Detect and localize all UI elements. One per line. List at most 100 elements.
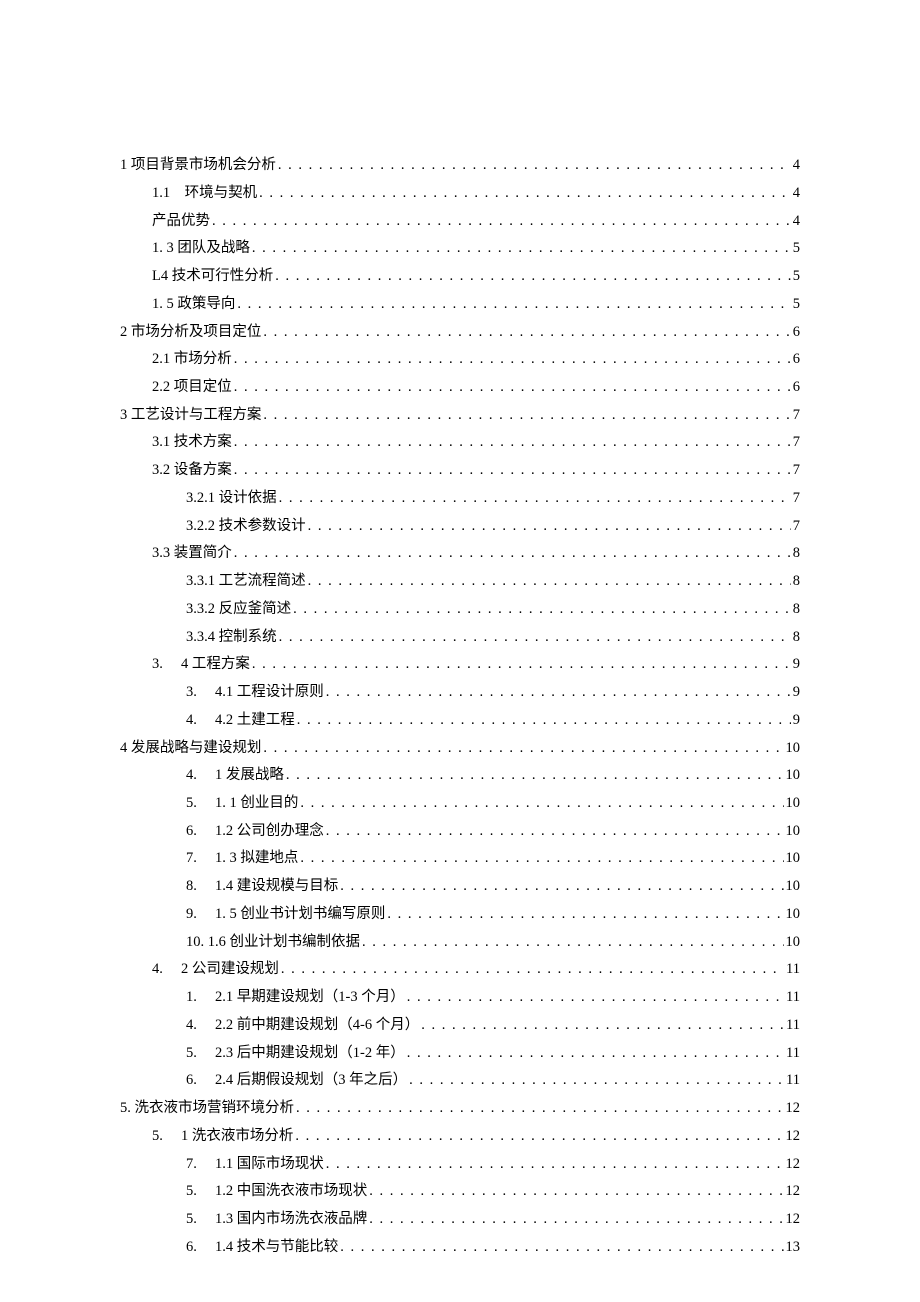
toc-entry: 1.1 环境与契机4 (120, 181, 800, 206)
toc-entry-label: 1 项目背景市场机会分析 (120, 153, 276, 178)
toc-entry-label: 2 市场分析及项目定位 (120, 320, 261, 345)
toc-entry-label: 3.2 设备方案 (152, 458, 232, 483)
toc-entry-label: 3.2.1 设计依据 (186, 486, 277, 511)
toc-entry-label: 6. 1.2 公司创办理念 (186, 819, 324, 844)
toc-entry-page: 9 (793, 708, 800, 733)
toc-entry-label: L4 技术可行性分析 (152, 264, 273, 289)
toc-entry-label: 2.1 市场分析 (152, 347, 232, 372)
toc-entry: 7. 1. 3 拟建地点 10 (120, 846, 800, 871)
toc-entry-label: 产品优势 (152, 209, 210, 234)
toc-entry-label: 3.3.1 工艺流程简述 (186, 569, 306, 594)
toc-entry: 3.2.2 技术参数设计7 (120, 514, 800, 539)
toc-leader-dots (293, 597, 791, 622)
toc-leader-dots (297, 708, 791, 733)
toc-leader-dots (340, 1235, 783, 1260)
toc-entry: 3.3 装置简介 8 (120, 541, 800, 566)
toc-entry-page: 10 (786, 763, 801, 788)
toc-entry-label: 1.1 环境与契机 (152, 181, 257, 206)
toc-entry: 4. 4.2 土建工程9 (120, 708, 800, 733)
toc-entry-page: 10 (786, 930, 801, 955)
toc-entry-page: 11 (786, 1041, 800, 1066)
toc-entry-page: 8 (793, 625, 800, 650)
toc-entry-label: 3 工艺设计与工程方案 (120, 403, 261, 428)
toc-entry: 5. 1.2 中国洗衣液市场现状12 (120, 1179, 800, 1204)
toc-entry-label: 5. 1. 1 创业目的 (186, 791, 298, 816)
toc-entry-label: 2.2 项目定位 (152, 375, 232, 400)
toc-entry-page: 10 (786, 819, 801, 844)
toc-entry-page: 12 (786, 1207, 801, 1232)
toc-leader-dots (308, 514, 791, 539)
toc-entry: 3.2.1 设计依据 7 (120, 486, 800, 511)
toc-entry: 5. 1 洗衣液市场分析12 (120, 1124, 800, 1149)
toc-entry-page: 4 (793, 209, 800, 234)
toc-entry-label: 4. 2.2 前中期建设规划（4-6 个月） (186, 1013, 419, 1038)
toc-leader-dots (263, 403, 790, 428)
toc-entry-page: 8 (793, 597, 800, 622)
toc-leader-dots (281, 957, 784, 982)
toc-entry-page: 9 (793, 680, 800, 705)
toc-leader-dots (263, 736, 783, 761)
toc-leader-dots (279, 486, 791, 511)
toc-entry-page: 8 (793, 569, 800, 594)
toc-entry-label: 5. 洗衣液市场营销环境分析 (120, 1096, 294, 1121)
toc-leader-dots (340, 874, 783, 899)
toc-leader-dots (326, 680, 791, 705)
toc-entry-page: 12 (786, 1152, 801, 1177)
toc-entry: 3 工艺设计与工程方案7 (120, 403, 800, 428)
toc-entry-label: 3.3 装置简介 (152, 541, 232, 566)
toc-leader-dots (409, 1068, 784, 1093)
toc-entry-label: 3.3.2 反应釜简述 (186, 597, 291, 622)
toc-entry: L4 技术可行性分析5 (120, 264, 800, 289)
toc-leader-dots (296, 1096, 784, 1121)
toc-leader-dots (369, 1179, 783, 1204)
toc-leader-dots (234, 347, 791, 372)
toc-entry-label: 10. 1.6 创业计划书编制依据 (186, 930, 360, 955)
toc-page: 1 项目背景市场机会分析41.1 环境与契机4产品优势41. 3 团队及战略5L… (0, 0, 920, 1302)
toc-entry: 5. 1. 1 创业目的10 (120, 791, 800, 816)
toc-entry-page: 10 (786, 736, 801, 761)
toc-entry-label: 1. 2.1 早期建设规划（1-3 个月） (186, 985, 405, 1010)
toc-entry-label: 3.3.4 控制系统 (186, 625, 277, 650)
toc-leader-dots (279, 625, 791, 650)
toc-entry-page: 9 (793, 652, 800, 677)
toc-leader-dots (421, 1013, 784, 1038)
toc-entry: 5. 1.3 国内市场洗衣液品牌 12 (120, 1207, 800, 1232)
toc-entry-label: 4. 1 发展战略 (186, 763, 284, 788)
toc-entry-label: 9. 1. 5 创业书计划书编写原则 (186, 902, 385, 927)
toc-entry: 3.3.4 控制系统 8 (120, 625, 800, 650)
toc-entry: 9. 1. 5 创业书计划书编写原则10 (120, 902, 800, 927)
toc-entry: 3.2 设备方案7 (120, 458, 800, 483)
toc-entry-label: 1. 3 团队及战略 (152, 236, 250, 261)
toc-entry-page: 10 (786, 846, 801, 871)
toc-entry: 4. 2 公司建设规划11 (120, 957, 800, 982)
toc-entry-page: 6 (793, 375, 800, 400)
toc-entry: 4. 1 发展战略 10 (120, 763, 800, 788)
toc-leader-dots (237, 292, 790, 317)
toc-entry: 3. 4 工程方案9 (120, 652, 800, 677)
toc-entry-label: 6. 1.4 技术与节能比较 (186, 1235, 338, 1260)
toc-entry-label: 7. 1. 3 拟建地点 (186, 846, 298, 871)
toc-leader-dots (263, 320, 790, 345)
toc-entry: 3.3.1 工艺流程简述 8 (120, 569, 800, 594)
toc-leader-dots (212, 209, 791, 234)
toc-entry-label: 4. 2 公司建设规划 (152, 957, 279, 982)
toc-entry: 2.2 项目定位 6 (120, 375, 800, 400)
toc-entry-label: 5. 1.3 国内市场洗衣液品牌 (186, 1207, 367, 1232)
toc-entry-label: 6. 2.4 后期假设规划（3 年之后） (186, 1068, 407, 1093)
toc-leader-dots (295, 1124, 783, 1149)
toc-leader-dots (407, 1041, 784, 1066)
toc-leader-dots (300, 791, 783, 816)
toc-leader-dots (300, 846, 783, 871)
toc-entry-label: 5. 2.3 后中期建设规划（1-2 年） (186, 1041, 405, 1066)
toc-leader-dots (234, 375, 791, 400)
toc-leader-dots (252, 236, 791, 261)
toc-leader-dots (234, 430, 791, 455)
toc-leader-dots (326, 1152, 784, 1177)
toc-entry-page: 8 (793, 541, 800, 566)
toc-entry-page: 7 (793, 430, 800, 455)
toc-entry-label: 8. 1.4 建设规模与目标 (186, 874, 338, 899)
toc-entry-label: 1. 5 政策导向 (152, 292, 235, 317)
toc-entry-page: 7 (793, 486, 800, 511)
toc-entry-page: 10 (786, 874, 801, 899)
toc-entry-page: 6 (793, 320, 800, 345)
